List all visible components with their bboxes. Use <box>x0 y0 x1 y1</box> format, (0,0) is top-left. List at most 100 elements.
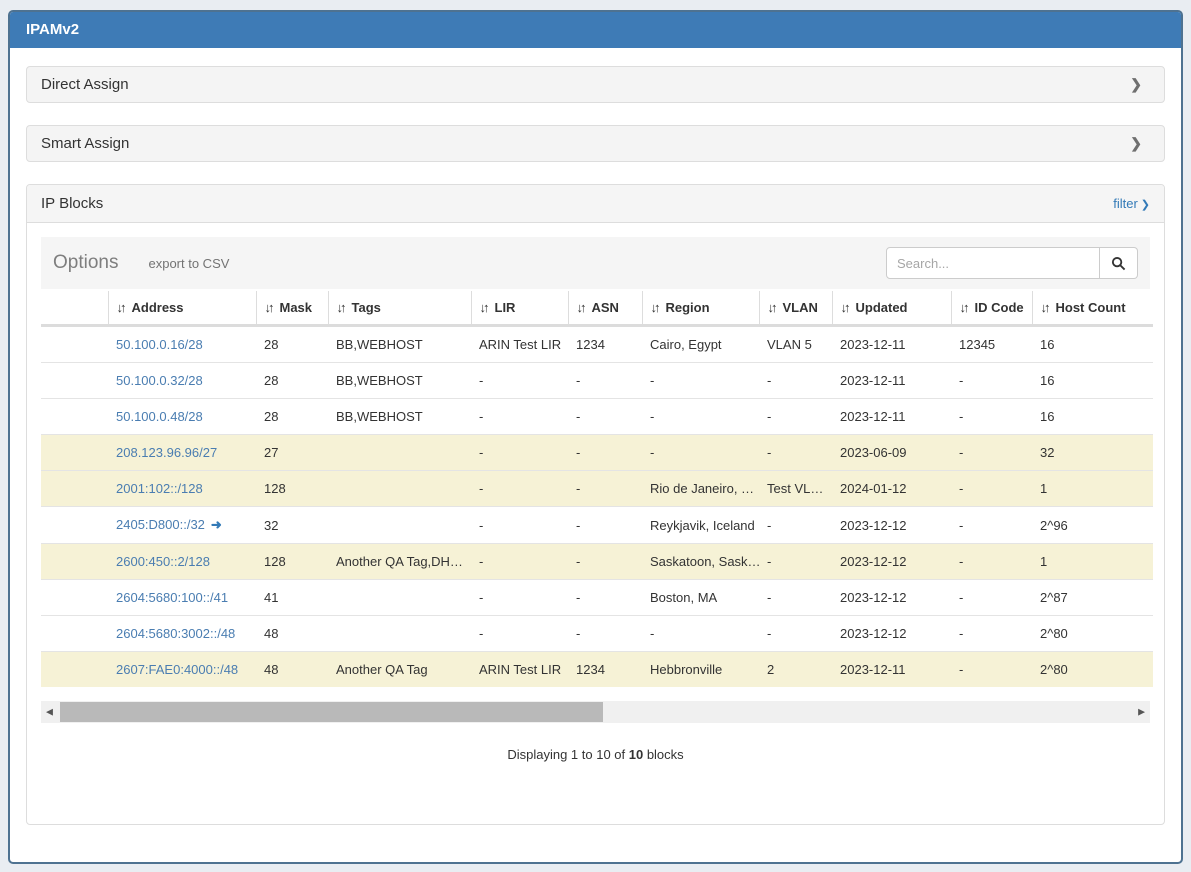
updated-cell: 2023-12-11 <box>832 363 951 399</box>
column-header-address[interactable]: ↓↑Address <box>108 291 256 326</box>
vlan-cell: - <box>759 399 832 435</box>
id-code-cell: - <box>951 435 1032 471</box>
vlan-cell: - <box>759 363 832 399</box>
scroll-left-icon[interactable]: ◀ <box>46 708 53 717</box>
address-cell: 208.123.96.96/27 <box>108 435 256 471</box>
vlan-cell: Test VL… <box>759 471 832 507</box>
search-input[interactable] <box>886 247 1100 279</box>
address-link[interactable]: 2604:5680:100::/41 <box>116 590 228 605</box>
asn-cell: - <box>568 363 642 399</box>
table-row: 2604:5680:3002::/4848----2023-12-12-2^80 <box>41 616 1153 652</box>
arrow-right-icon[interactable]: ➜ <box>211 517 222 532</box>
filter-link[interactable]: filter❯ <box>1113 196 1150 211</box>
address-link[interactable]: 2001:102::/128 <box>116 481 203 496</box>
scrollbar-thumb[interactable] <box>60 702 603 722</box>
tags-cell <box>328 507 471 544</box>
ip-blocks-label: IP Blocks <box>41 195 103 212</box>
lir-cell: - <box>471 399 568 435</box>
lir-cell: ARIN Test LIR <box>471 652 568 688</box>
panel-smart-assign[interactable]: Smart Assign ❯ <box>26 125 1165 162</box>
chevron-right-icon: ❯ <box>1130 135 1150 152</box>
id-code-cell: - <box>951 544 1032 580</box>
sort-icon: ↓↑ <box>1041 300 1048 315</box>
table-row: 2405:D800::/32➜32--Reykjavik, Iceland-20… <box>41 507 1153 544</box>
mask-cell: 128 <box>256 544 328 580</box>
address-cell: 50.100.0.48/28 <box>108 399 256 435</box>
address-cell: 2607:FAE0:4000::/48 <box>108 652 256 688</box>
asn-cell: - <box>568 544 642 580</box>
tags-cell: BB,WEBHOST <box>328 363 471 399</box>
address-cell: 2600:450::2/128 <box>108 544 256 580</box>
options-bar: Options export to CSV <box>41 237 1150 289</box>
region-cell: Reykjavik, Iceland <box>642 507 759 544</box>
displaying-status: Displaying 1 to 10 of 10 blocks <box>41 747 1150 762</box>
tags-cell <box>328 435 471 471</box>
sort-icon: ↓↑ <box>577 300 584 315</box>
address-cell: 50.100.0.32/28 <box>108 363 256 399</box>
host-count-cell: 16 <box>1032 399 1153 435</box>
asn-cell: - <box>568 616 642 652</box>
address-link[interactable]: 2607:FAE0:4000::/48 <box>116 662 238 677</box>
vlan-cell: - <box>759 616 832 652</box>
updated-cell: 2023-12-12 <box>832 580 951 616</box>
chevron-right-icon: ❯ <box>1130 76 1150 93</box>
region-cell: - <box>642 399 759 435</box>
sort-icon: ↓↑ <box>117 300 124 315</box>
address-link[interactable]: 50.100.0.16/28 <box>116 337 203 352</box>
search-button[interactable] <box>1100 247 1138 279</box>
address-link[interactable]: 2604:5680:3002::/48 <box>116 626 235 641</box>
sort-icon: ↓↑ <box>651 300 658 315</box>
updated-cell: 2023-12-12 <box>832 507 951 544</box>
column-header-host-count[interactable]: ↓↑Host Count <box>1032 291 1153 326</box>
updated-cell: 2023-12-11 <box>832 399 951 435</box>
row-lead-spacer <box>41 507 108 544</box>
lir-cell: ARIN Test LIR <box>471 326 568 363</box>
sort-icon: ↓↑ <box>337 300 344 315</box>
column-header-region[interactable]: ↓↑Region <box>642 291 759 326</box>
table-row: 2001:102::/128128--Rio de Janeiro, …Test… <box>41 471 1153 507</box>
table-row: 50.100.0.48/2828BB,WEBHOST----2023-12-11… <box>41 399 1153 435</box>
host-count-cell: 32 <box>1032 435 1153 471</box>
lir-cell: - <box>471 616 568 652</box>
address-link[interactable]: 2600:450::2/128 <box>116 554 210 569</box>
app-title: IPAMv2 <box>26 21 79 38</box>
column-header-updated[interactable]: ↓↑Updated <box>832 291 951 326</box>
column-header-tags[interactable]: ↓↑Tags <box>328 291 471 326</box>
updated-cell: 2023-12-12 <box>832 544 951 580</box>
mask-cell: 27 <box>256 435 328 471</box>
asn-cell: - <box>568 435 642 471</box>
column-header-mask[interactable]: ↓↑Mask <box>256 291 328 326</box>
mask-cell: 32 <box>256 507 328 544</box>
asn-cell: - <box>568 507 642 544</box>
id-code-cell: - <box>951 580 1032 616</box>
asn-cell: - <box>568 471 642 507</box>
id-code-cell: - <box>951 399 1032 435</box>
address-cell: 2604:5680:3002::/48 <box>108 616 256 652</box>
address-link[interactable]: 50.100.0.48/28 <box>116 409 203 424</box>
updated-cell: 2023-12-12 <box>832 616 951 652</box>
asn-cell: - <box>568 580 642 616</box>
host-count-cell: 1 <box>1032 544 1153 580</box>
mask-cell: 48 <box>256 616 328 652</box>
address-link[interactable]: 50.100.0.32/28 <box>116 373 203 388</box>
tags-cell <box>328 580 471 616</box>
app-frame: IPAMv2 Direct Assign ❯ Smart Assign ❯ IP… <box>8 10 1183 864</box>
asn-cell: 1234 <box>568 652 642 688</box>
chevron-right-icon: ❯ <box>1141 199 1150 211</box>
row-lead-spacer <box>41 326 108 363</box>
table-row: 208.123.96.96/2727----2023-06-09-32 <box>41 435 1153 471</box>
export-csv-link[interactable]: export to CSV <box>148 256 229 271</box>
address-link[interactable]: 208.123.96.96/27 <box>116 445 217 460</box>
table-header-row: ↓↑Address ↓↑Mask ↓↑Tags ↓↑LIR ↓↑ASN ↓↑Re… <box>41 291 1153 326</box>
column-header-id-code[interactable]: ↓↑ID Code <box>951 291 1032 326</box>
column-header-asn[interactable]: ↓↑ASN <box>568 291 642 326</box>
mask-cell: 28 <box>256 399 328 435</box>
panel-direct-assign[interactable]: Direct Assign ❯ <box>26 66 1165 103</box>
tags-cell <box>328 616 471 652</box>
scroll-right-icon[interactable]: ▶ <box>1138 708 1145 717</box>
address-link[interactable]: 2405:D800::/32 <box>116 517 205 532</box>
lir-cell: - <box>471 471 568 507</box>
column-header-lir[interactable]: ↓↑LIR <box>471 291 568 326</box>
horizontal-scrollbar[interactable]: ◀ ▶ <box>41 701 1150 723</box>
column-header-vlan[interactable]: ↓↑VLAN <box>759 291 832 326</box>
